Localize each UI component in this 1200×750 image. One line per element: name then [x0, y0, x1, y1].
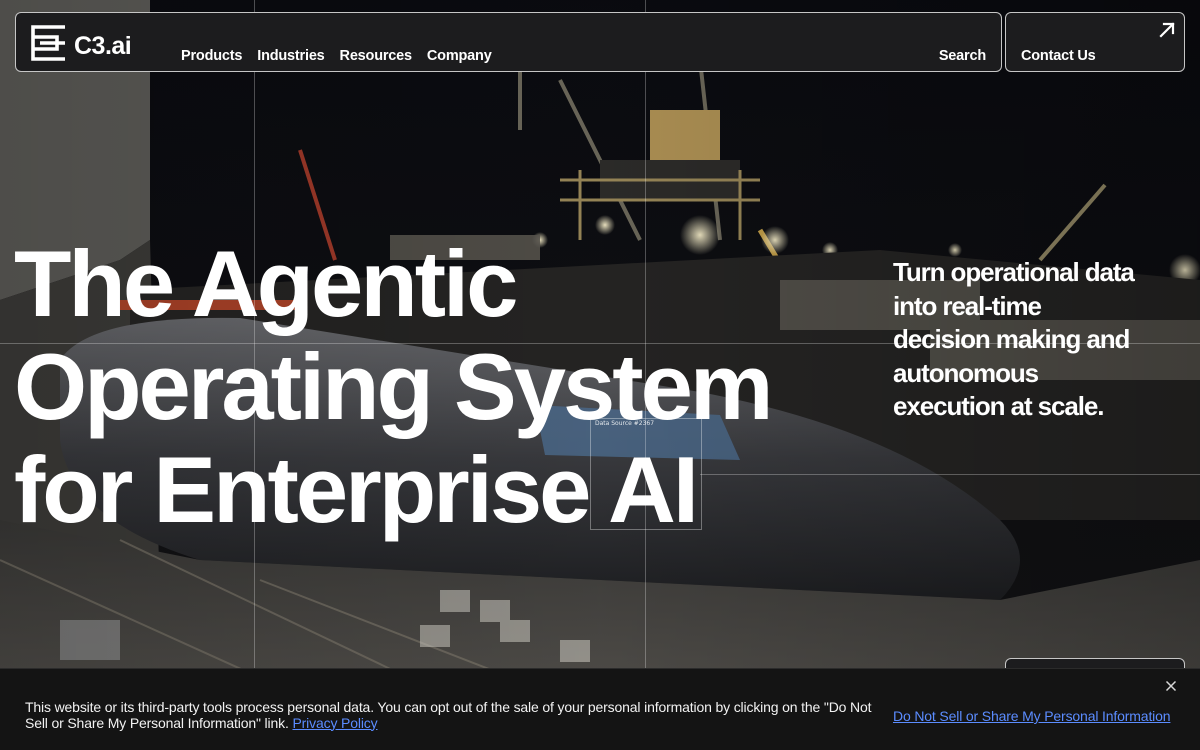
cookie-notice-text: This website or its third-party tools pr… — [25, 699, 885, 731]
search-button[interactable]: Search — [939, 48, 986, 64]
nav-link-company[interactable]: Company — [427, 48, 492, 64]
cookie-consent-banner: This website or its third-party tools pr… — [0, 668, 1200, 750]
data-source-frame: Data Source #2367 — [590, 418, 702, 530]
main-navigation: C3.ai Products Industries Resources Comp… — [15, 12, 1002, 72]
close-icon[interactable] — [1165, 680, 1177, 692]
nav-link-products[interactable]: Products — [181, 48, 242, 64]
brand-logo[interactable]: C3.ai — [31, 25, 132, 61]
nav-link-industries[interactable]: Industries — [257, 48, 324, 64]
data-source-label: Data Source #2367 — [595, 420, 655, 427]
do-not-sell-link[interactable]: Do Not Sell or Share My Personal Informa… — [893, 708, 1171, 724]
hero-subtitle: Turn operational data into real-time dec… — [893, 257, 1135, 421]
brand-logo-text: C3.ai — [74, 32, 132, 60]
contact-us-button[interactable]: Contact Us — [1005, 12, 1185, 72]
nav-link-resources[interactable]: Resources — [340, 48, 413, 64]
hero-title-line: The Agentic — [14, 231, 518, 336]
contact-us-label: Contact Us — [1021, 48, 1096, 64]
arrow-up-right-icon — [1159, 22, 1175, 38]
cookie-notice-body: This website or its third-party tools pr… — [25, 699, 872, 731]
c3-logo-icon — [31, 25, 65, 61]
primary-nav: Products Industries Resources Company — [181, 48, 492, 64]
privacy-policy-link[interactable]: Privacy Policy — [292, 715, 377, 731]
